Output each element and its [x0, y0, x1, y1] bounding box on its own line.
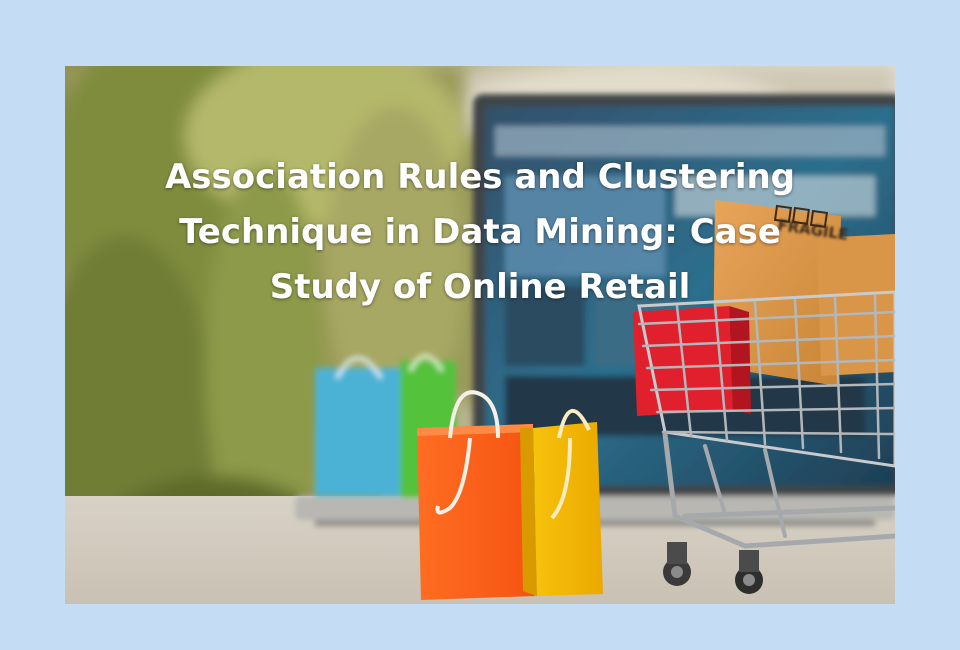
hero-photo-illustration: FRAGILE	[65, 66, 895, 604]
headline-line-3: Study of Online Retail	[269, 267, 691, 307]
headline-line-2: Technique in Data Mining: Case	[179, 212, 781, 252]
headline: Association Rules and Clustering Techniq…	[65, 150, 895, 315]
page-canvas: FRAGILE Association Rules and Clustering…	[0, 0, 960, 650]
headline-line-1: Association Rules and Clustering	[164, 157, 796, 197]
hero-photo: FRAGILE	[65, 66, 895, 604]
shopping-bag-icon	[520, 408, 603, 596]
